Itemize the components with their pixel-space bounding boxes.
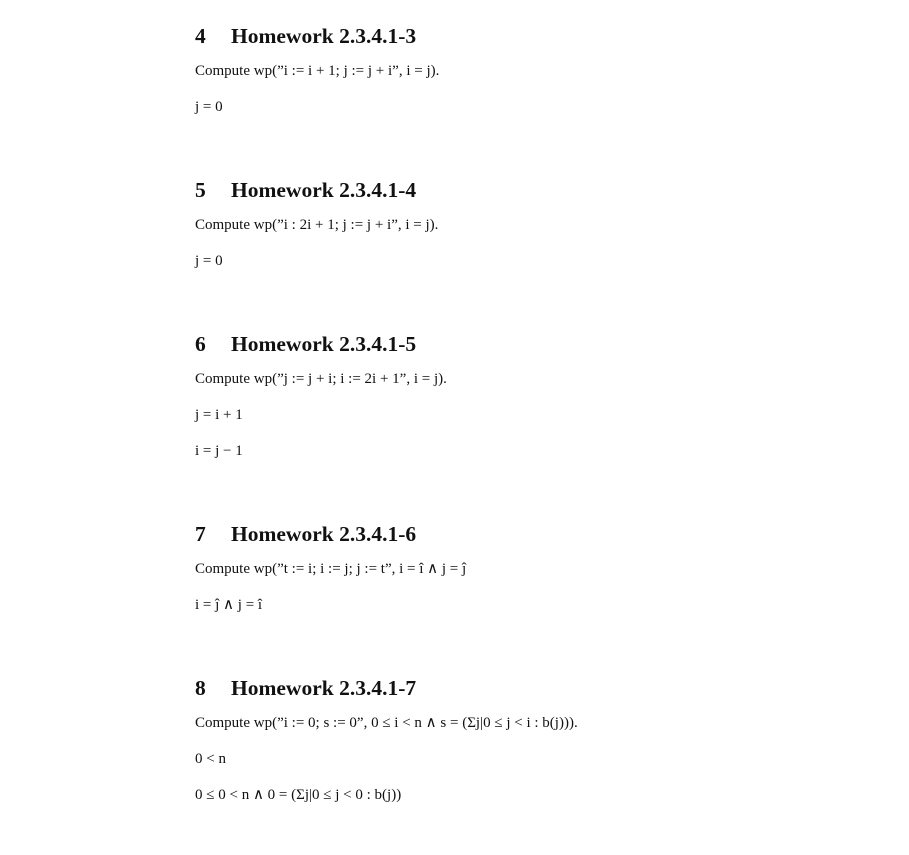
answer-line: 0 < n [195, 751, 226, 767]
answer-line: j = 0 [195, 99, 223, 115]
problem-prompt: Compute wp(”i : 2i + 1; j := j + i”, i =… [195, 217, 439, 233]
section-heading: 4 Homework 2.3.4.1-3 [195, 23, 875, 49]
section-number: 6 [195, 332, 206, 356]
problem-prompt: Compute wp(”i := 0; s := 0”, 0 ≤ i < n ∧… [195, 715, 578, 731]
answer-line: i = ĵ ∧ j = î [195, 597, 263, 613]
answer-line: 0 ≤ 0 < n ∧ 0 = (Σj|0 ≤ j < 0 : b(j)) [195, 787, 402, 803]
section-heading: 8 Homework 2.3.4.1-7 [195, 675, 875, 701]
section-number: 7 [195, 522, 206, 546]
answer-line: i = j − 1 [195, 443, 243, 459]
section-heading: 5 Homework 2.3.4.1-4 [195, 177, 875, 203]
section-title: Homework 2.3.4.1-7 [231, 676, 417, 700]
section-number: 8 [195, 676, 206, 700]
problem-prompt: Compute wp(”j := j + i; i := 2i + 1”, i … [195, 371, 447, 387]
section-title: Homework 2.3.4.1-3 [231, 24, 417, 48]
section-6: 6 Homework 2.3.4.1-5 Compute wp(”j := j +… [195, 331, 875, 459]
section-heading: 7 Homework 2.3.4.1-6 [195, 521, 875, 547]
problem-prompt: Compute wp(”t := i; i := j; j := t”, i =… [195, 561, 467, 577]
section-8: 8 Homework 2.3.4.1-7 Compute wp(”i := 0; … [195, 675, 875, 803]
section-title: Homework 2.3.4.1-6 [231, 522, 417, 546]
section-number: 5 [195, 178, 206, 202]
section-number: 4 [195, 24, 206, 48]
section-5: 5 Homework 2.3.4.1-4 Compute wp(”i : 2i +… [195, 177, 875, 269]
answer-line: j = 0 [195, 253, 223, 269]
section-7: 7 Homework 2.3.4.1-6 Compute wp(”t := i; … [195, 521, 875, 613]
section-title: Homework 2.3.4.1-4 [231, 178, 417, 202]
answer-line: j = i + 1 [195, 407, 243, 423]
problem-prompt: Compute wp(”i := i + 1; j := j + i”, i =… [195, 63, 440, 79]
section-4: 4 Homework 2.3.4.1-3 Compute wp(”i := i +… [195, 23, 875, 115]
section-title: Homework 2.3.4.1-5 [231, 332, 417, 356]
section-heading: 6 Homework 2.3.4.1-5 [195, 331, 875, 357]
